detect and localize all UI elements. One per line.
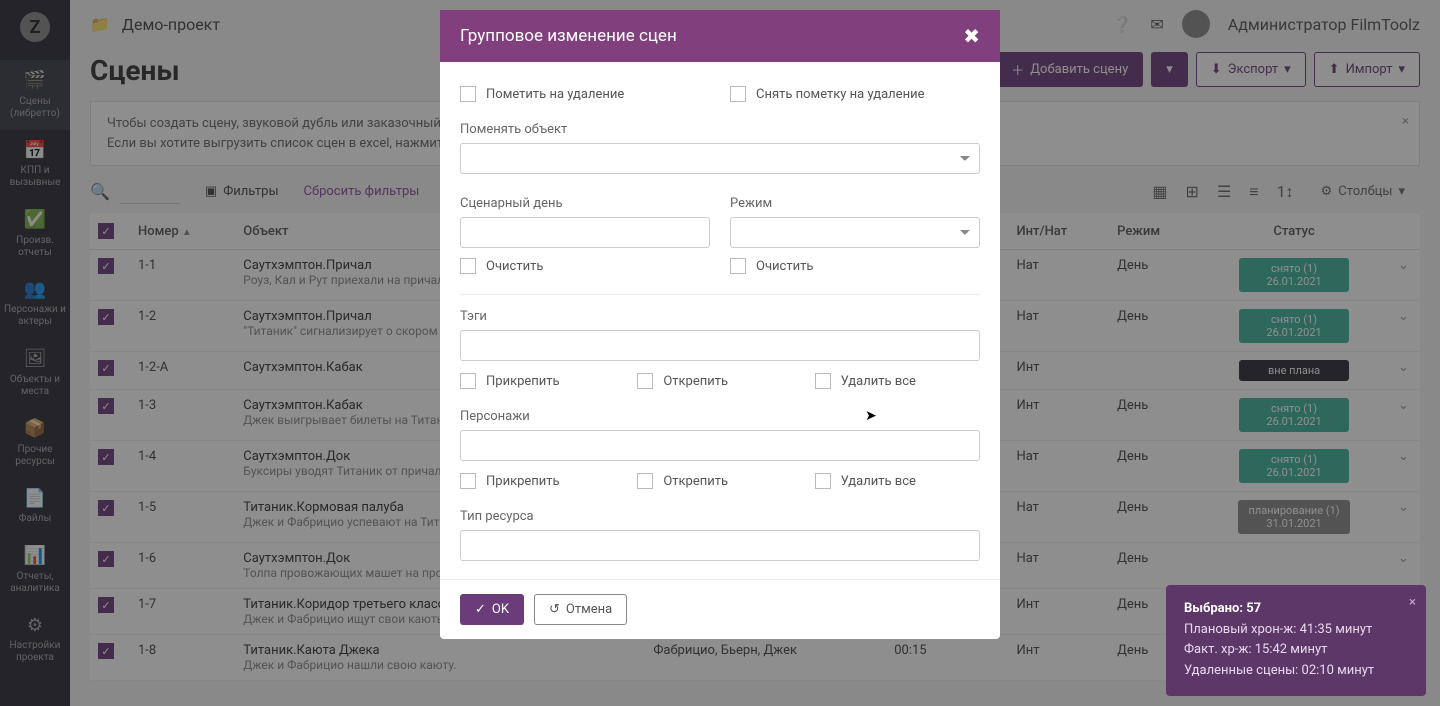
chars-detach-checkbox[interactable] (637, 473, 653, 489)
cancel-button[interactable]: ↺ Отмена (534, 594, 627, 625)
modal-title: Групповое изменение сцен (460, 26, 677, 46)
toast-close-icon[interactable]: × (1409, 593, 1416, 614)
script-day-input[interactable] (460, 217, 710, 248)
chars-attach-checkbox[interactable] (460, 473, 476, 489)
tags-attach-checkbox[interactable] (460, 373, 476, 389)
change-object-label: Поменять объект (460, 122, 980, 137)
mark-delete-checkbox[interactable] (460, 86, 476, 102)
bulk-edit-modal: Групповое изменение сцен ✖ Пометить на у… (440, 10, 1000, 639)
resource-type-label: Тип ресурса (460, 509, 980, 524)
script-day-label: Сценарный день (460, 196, 710, 211)
tags-detach-checkbox[interactable] (637, 373, 653, 389)
ok-button[interactable]: ✓ OK (460, 594, 524, 625)
unmark-delete-checkbox[interactable] (730, 86, 746, 102)
mode-label: Режим (730, 196, 980, 211)
characters-input[interactable] (460, 430, 980, 461)
clear-day-checkbox[interactable] (460, 258, 476, 274)
chars-delete-all-checkbox[interactable] (815, 473, 831, 489)
tags-label: Тэги (460, 309, 980, 324)
modal-close-icon[interactable]: ✖ (963, 24, 980, 48)
selection-toast: × Выбрано: 57 Плановый хрон-ж: 41:35 мин… (1166, 585, 1426, 696)
change-object-select[interactable] (460, 143, 980, 174)
characters-label: Персонажи (460, 409, 980, 424)
clear-mode-checkbox[interactable] (730, 258, 746, 274)
mode-select[interactable] (730, 217, 980, 248)
tags-input[interactable] (460, 330, 980, 361)
tags-delete-all-checkbox[interactable] (815, 373, 831, 389)
resource-type-input[interactable] (460, 530, 980, 561)
